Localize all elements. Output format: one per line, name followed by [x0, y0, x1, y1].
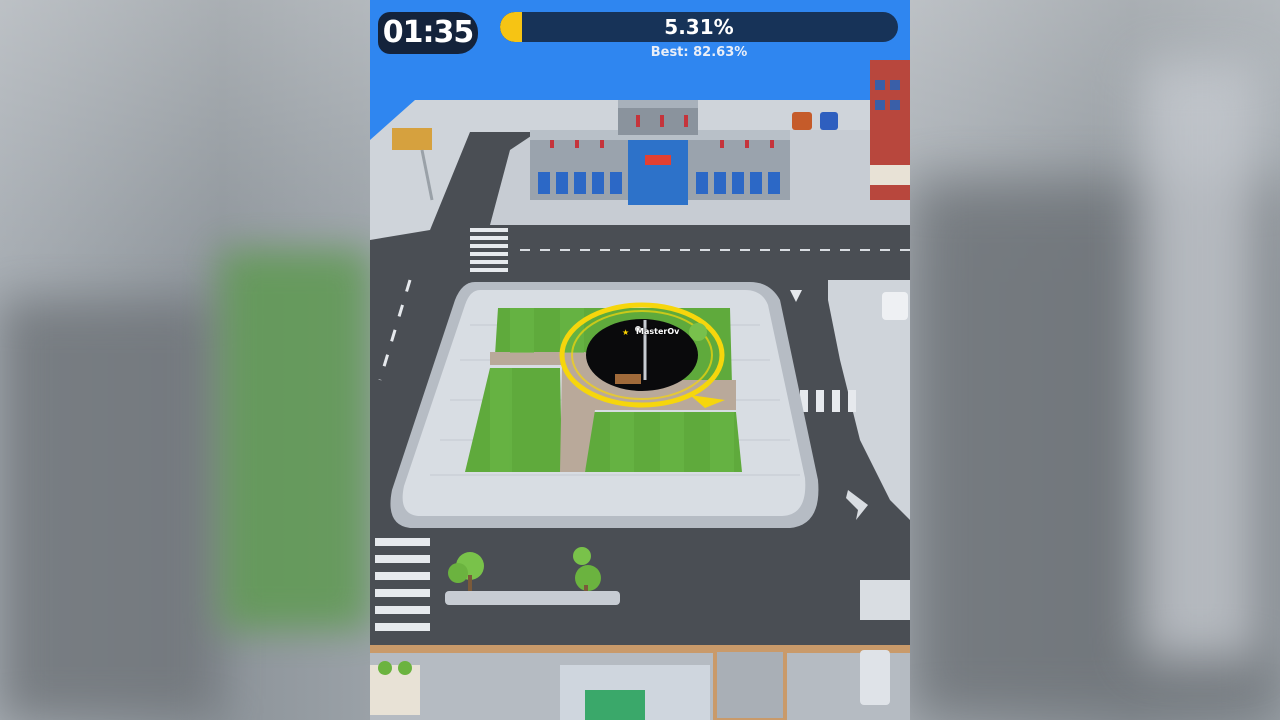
left-blurred-backdrop [0, 0, 370, 720]
progress-bar: 5.31% [500, 12, 898, 42]
progress-label: 5.31% [664, 15, 734, 39]
park-plaza [390, 282, 819, 528]
countdown-timer: 01:35 [378, 12, 478, 54]
right-blurred-backdrop [910, 0, 1280, 720]
game-viewport[interactable]: ★ 01:35 5.31% Best: 82.63% MasterOv [370, 0, 910, 720]
crown-icon: ★ [622, 328, 629, 337]
brick-building [870, 60, 910, 200]
city-map: ★ [370, 0, 910, 720]
player-name-label: MasterOv [636, 327, 680, 336]
best-score-label: Best: 82.63% [650, 45, 748, 60]
